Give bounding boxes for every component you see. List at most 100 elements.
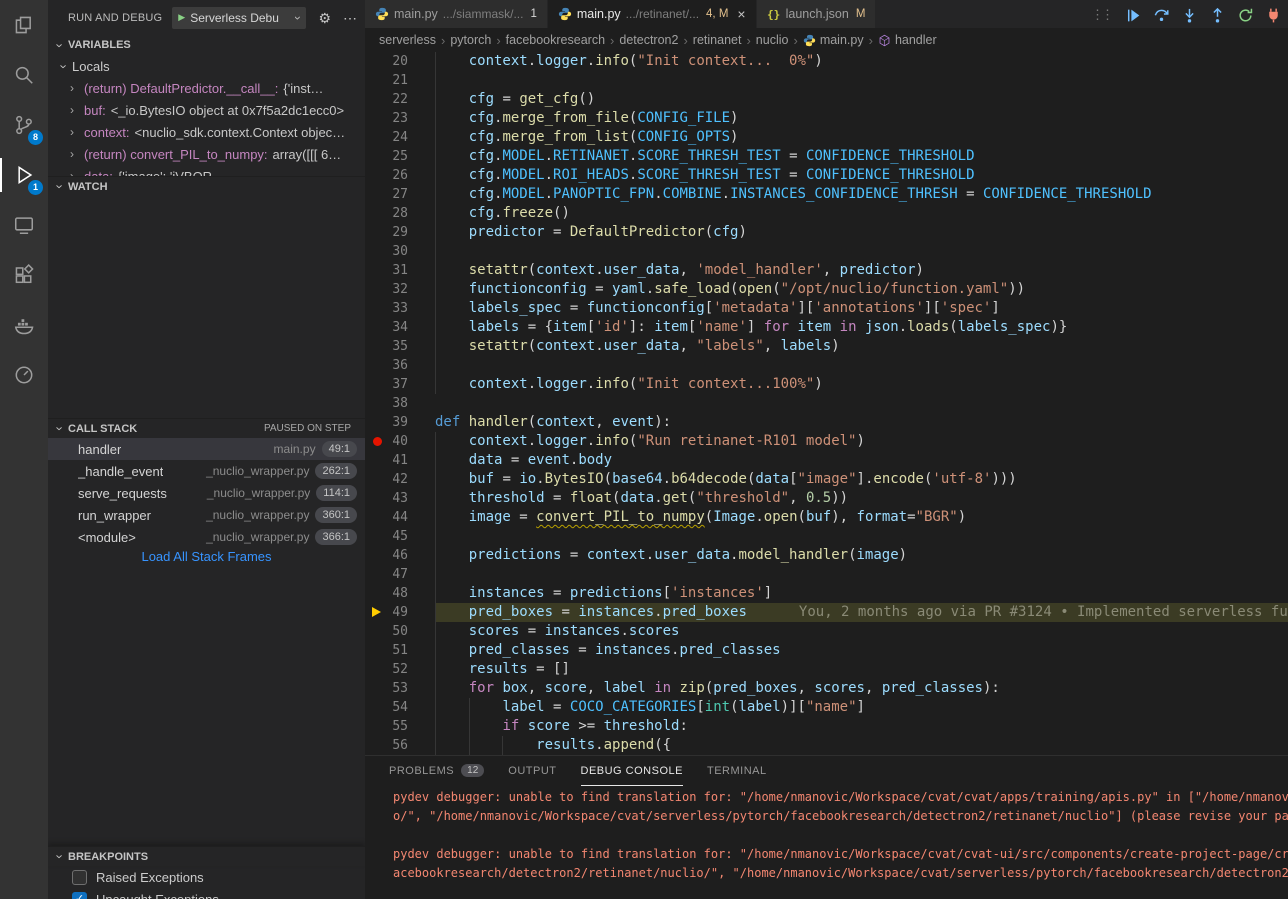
line-gutter[interactable]: 40	[365, 432, 435, 451]
code-line[interactable]: 47	[365, 565, 1288, 584]
code-line[interactable]: 45	[365, 527, 1288, 546]
variable-row[interactable]: ›(return) DefaultPredictor.__call__:{'in…	[48, 77, 365, 99]
breadcrumb-item-detectron2[interactable]: detectron2	[619, 33, 678, 47]
code-line[interactable]: 48 instances = predictions['instances']	[365, 584, 1288, 603]
close-icon[interactable]: ×	[737, 7, 745, 21]
breakpoint-row[interactable]: ✓Uncaught Exceptions	[48, 888, 365, 899]
line-gutter[interactable]: 24	[365, 128, 435, 147]
line-gutter[interactable]: 29	[365, 223, 435, 242]
line-gutter[interactable]: 22	[365, 90, 435, 109]
launch-config-select[interactable]: ▶ Serverless Debu ›	[172, 7, 306, 29]
code-editor[interactable]: 20 context.logger.info("Init context... …	[365, 52, 1288, 755]
gear-icon[interactable]: ⚙	[318, 11, 331, 25]
code-line[interactable]: 43 threshold = float(data.get("threshold…	[365, 489, 1288, 508]
load-all-stack-frames-link[interactable]: Load All Stack Frames	[48, 549, 365, 564]
activity-item-explorer[interactable]	[0, 0, 48, 50]
panel-tab-output[interactable]: OUTPUT	[508, 756, 556, 786]
code-line[interactable]: 34 labels = {item['id']: item['name'] fo…	[365, 318, 1288, 337]
line-gutter[interactable]: 33	[365, 299, 435, 318]
code-line[interactable]: 54 label = COCO_CATEGORIES[int(label)]["…	[365, 698, 1288, 717]
code-line[interactable]: 41 data = event.body	[365, 451, 1288, 470]
code-line[interactable]: 30	[365, 242, 1288, 261]
start-debugging-icon[interactable]: ▶	[178, 12, 185, 23]
line-gutter[interactable]: 47	[365, 565, 435, 584]
breadcrumb-item-serverless[interactable]: serverless	[379, 33, 436, 47]
line-gutter[interactable]: 42	[365, 470, 435, 489]
breadcrumb-item-handler[interactable]: handler	[878, 33, 937, 47]
line-gutter[interactable]: 46	[365, 546, 435, 565]
stack-frame-row[interactable]: handlermain.py49:1	[48, 438, 365, 460]
line-gutter[interactable]: 32	[365, 280, 435, 299]
line-gutter[interactable]: 26	[365, 166, 435, 185]
line-gutter[interactable]: 50	[365, 622, 435, 641]
code-line[interactable]: 37 context.logger.info("Init context...1…	[365, 375, 1288, 394]
tab-launch-json[interactable]: {}launch.jsonM	[757, 0, 877, 28]
line-gutter[interactable]: 49	[365, 603, 435, 622]
checkbox-unchecked[interactable]	[72, 870, 87, 885]
breakpoints-section-header[interactable]: › BREAKPOINTS	[48, 846, 365, 866]
continue-button[interactable]	[1125, 7, 1142, 24]
more-actions-icon[interactable]: ⋯	[343, 11, 357, 25]
stack-frame-row[interactable]: <module>_nuclio_wrapper.py366:1	[48, 526, 365, 548]
line-gutter[interactable]: 39	[365, 413, 435, 432]
stack-frame-row[interactable]: serve_requests_nuclio_wrapper.py114:1	[48, 482, 365, 504]
code-line[interactable]: 35 setattr(context.user_data, "labels", …	[365, 337, 1288, 356]
step-into-button[interactable]	[1181, 7, 1198, 24]
breadcrumb-item-retinanet[interactable]: retinanet	[693, 33, 742, 47]
code-line[interactable]: 39def handler(context, event):	[365, 413, 1288, 432]
breadcrumb-item-nuclio[interactable]: nuclio	[756, 33, 789, 47]
line-gutter[interactable]: 43	[365, 489, 435, 508]
breadcrumb-item-pytorch[interactable]: pytorch	[450, 33, 491, 47]
activity-item-search[interactable]	[0, 50, 48, 100]
code-line[interactable]: 42 buf = io.BytesIO(base64.b64decode(dat…	[365, 470, 1288, 489]
code-line[interactable]: 28 cfg.freeze()	[365, 204, 1288, 223]
line-gutter[interactable]: 56	[365, 736, 435, 755]
panel-tab-debug-console[interactable]: DEBUG CONSOLE	[581, 756, 683, 786]
panel-tab-problems[interactable]: PROBLEMS12	[389, 756, 484, 786]
line-gutter[interactable]: 35	[365, 337, 435, 356]
variable-row[interactable]: ›context:<nuclio_sdk.context.Context obj…	[48, 121, 365, 143]
activity-item-run-and-debug[interactable]: 1	[0, 150, 48, 200]
code-line[interactable]: 36	[365, 356, 1288, 375]
line-gutter[interactable]: 31	[365, 261, 435, 280]
line-gutter[interactable]: 28	[365, 204, 435, 223]
code-line[interactable]: 23 cfg.merge_from_file(CONFIG_FILE)	[365, 109, 1288, 128]
activity-item-gauge[interactable]	[0, 350, 48, 400]
stack-frame-row[interactable]: _handle_event_nuclio_wrapper.py262:1	[48, 460, 365, 482]
line-gutter[interactable]: 48	[365, 584, 435, 603]
breakpoint-row[interactable]: Raised Exceptions	[48, 866, 365, 888]
code-line[interactable]: 32 functionconfig = yaml.safe_load(open(…	[365, 280, 1288, 299]
line-gutter[interactable]: 51	[365, 641, 435, 660]
code-line[interactable]: 21	[365, 71, 1288, 90]
activity-item-extensions[interactable]	[0, 250, 48, 300]
code-line[interactable]: 49 pred_boxes = instances.pred_boxesYou,…	[365, 603, 1288, 622]
code-line[interactable]: 27 cfg.MODEL.PANOPTIC_FPN.COMBINE.INSTAN…	[365, 185, 1288, 204]
line-gutter[interactable]: 36	[365, 356, 435, 375]
activity-item-remote-explorer[interactable]	[0, 200, 48, 250]
code-line[interactable]: 46 predictions = context.user_data.model…	[365, 546, 1288, 565]
code-line[interactable]: 51 pred_classes = instances.pred_classes	[365, 641, 1288, 660]
variable-row[interactable]: ›(return) convert_PIL_to_numpy:array([[[…	[48, 143, 365, 165]
line-gutter[interactable]: 20	[365, 52, 435, 71]
breadcrumb-item-facebookresearch[interactable]: facebookresearch	[506, 33, 605, 47]
toolbar-grip-icon[interactable]: ⋮⋮	[1091, 7, 1114, 23]
code-line[interactable]: 44 image = convert_PIL_to_numpy(Image.op…	[365, 508, 1288, 527]
line-gutter[interactable]: 41	[365, 451, 435, 470]
variable-row[interactable]: ›buf:<_io.BytesIO object at 0x7f5a2dc1ec…	[48, 99, 365, 121]
code-line[interactable]: 24 cfg.merge_from_list(CONFIG_OPTS)	[365, 128, 1288, 147]
panel-tab-terminal[interactable]: TERMINAL	[707, 756, 767, 786]
watch-section-header[interactable]: › WATCH	[48, 176, 365, 196]
line-gutter[interactable]: 55	[365, 717, 435, 736]
line-gutter[interactable]: 44	[365, 508, 435, 527]
variable-row[interactable]: ›data:{'image': 'iVBOR…	[48, 165, 365, 176]
code-line[interactable]: 55 if score >= threshold:	[365, 717, 1288, 736]
line-gutter[interactable]: 27	[365, 185, 435, 204]
line-gutter[interactable]: 23	[365, 109, 435, 128]
line-gutter[interactable]: 54	[365, 698, 435, 717]
tab-main-py[interactable]: main.py.../siammask/...1	[365, 0, 548, 28]
breadcrumb-item-main-py[interactable]: main.py	[803, 33, 864, 47]
code-line[interactable]: 20 context.logger.info("Init context... …	[365, 52, 1288, 71]
code-line[interactable]: 40 context.logger.info("Run retinanet-R1…	[365, 432, 1288, 451]
code-line[interactable]: 25 cfg.MODEL.RETINANET.SCORE_THRESH_TEST…	[365, 147, 1288, 166]
line-gutter[interactable]: 30	[365, 242, 435, 261]
